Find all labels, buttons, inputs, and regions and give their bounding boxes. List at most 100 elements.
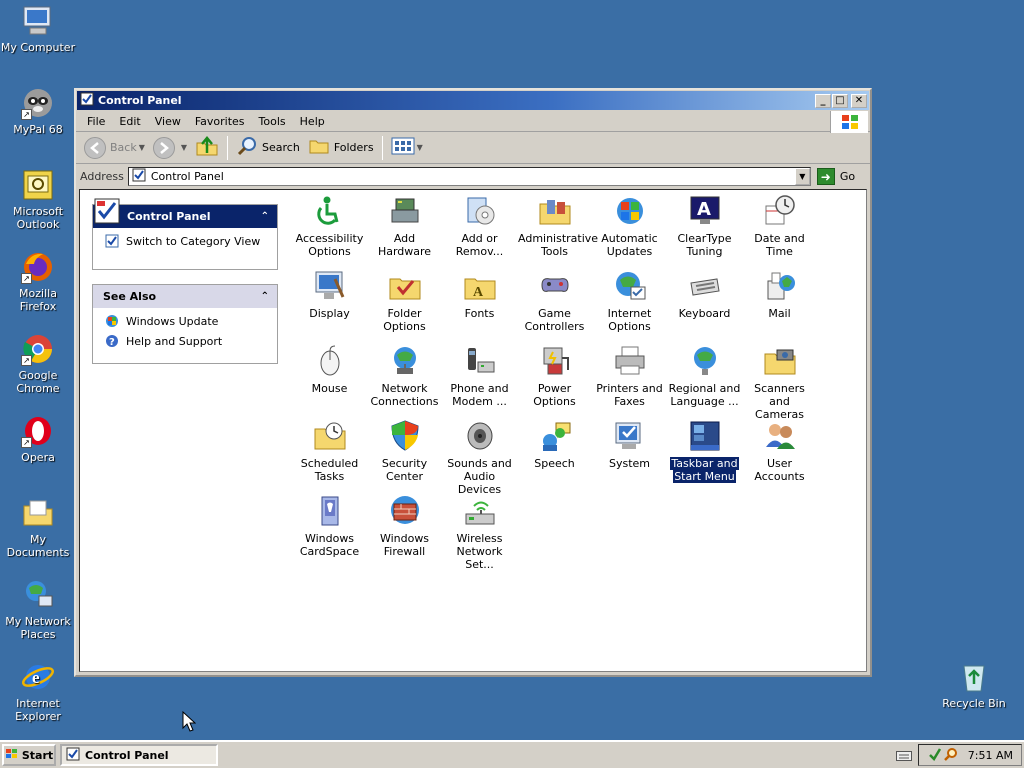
close-button[interactable]: ✕: [851, 93, 867, 108]
cp-item-folder-options[interactable]: Folder Options: [367, 269, 442, 333]
menu-view[interactable]: View: [148, 113, 188, 130]
cp-item-game-controllers[interactable]: Game Controllers: [517, 269, 592, 333]
cp-item-security-center[interactable]: Security Center: [367, 419, 442, 483]
cp-item-cleartype-tuning[interactable]: A ClearType Tuning: [667, 194, 742, 258]
tray-search-icon[interactable]: [943, 747, 958, 764]
cp-item-regional-and-language[interactable]: Regional and Language ...: [667, 344, 742, 408]
desktop-icon-chrome[interactable]: ↗ Google Chrome: [0, 332, 76, 395]
cp-item-taskbar-and-start-menu[interactable]: Taskbar and Start Menu: [667, 419, 742, 483]
cp-item-keyboard[interactable]: Keyboard: [667, 269, 742, 320]
desktop-icon-my-documents[interactable]: My Documents: [0, 496, 76, 559]
firewall-icon: [388, 494, 422, 528]
desktop-icon-my-computer[interactable]: My Computer: [0, 4, 76, 54]
desktop-icon-label: Internet Explorer: [15, 697, 61, 723]
cp-item-label: Scanners and Cameras: [742, 382, 817, 421]
up-folder-button[interactable]: [191, 133, 223, 162]
maximize-button[interactable]: □: [832, 93, 848, 108]
cp-item-user-accounts[interactable]: User Accounts: [742, 419, 817, 483]
cp-item-power-options[interactable]: Power Options: [517, 344, 592, 408]
cp-item-label: User Accounts: [742, 457, 817, 483]
forward-button[interactable]: ▼: [149, 135, 191, 161]
desktop-icon-firefox[interactable]: ↗ Mozilla Firefox: [0, 250, 76, 313]
cp-item-system[interactable]: System: [592, 419, 667, 470]
cp-item-internet-options[interactable]: Internet Options: [592, 269, 667, 333]
cp-item-scheduled-tasks[interactable]: Scheduled Tasks: [292, 419, 367, 483]
minimize-button[interactable]: _: [815, 93, 831, 108]
folders-button[interactable]: Folders: [304, 134, 378, 161]
cp-item-windows-cardspace[interactable]: Windows CardSpace: [292, 494, 367, 558]
menu-bar: File Edit View Favorites Tools Help: [76, 111, 870, 133]
cp-item-label-line1: Speech: [534, 457, 575, 470]
system-icon: [613, 419, 647, 453]
desktop-icon-opera[interactable]: ↗ Opera: [0, 414, 76, 464]
collapse-chevron-icon[interactable]: ⌃: [261, 211, 269, 222]
menu-tools[interactable]: Tools: [252, 113, 293, 130]
cp-item-label-line1: Scanners and: [754, 382, 805, 408]
admin-tools-icon: [538, 194, 572, 228]
views-button[interactable]: ▼: [387, 134, 427, 161]
cp-item-add-or-remov[interactable]: Add or Remov...: [442, 194, 517, 258]
title-bar[interactable]: Control Panel _ □ ✕: [77, 91, 869, 110]
window-title: Control Panel: [98, 94, 182, 107]
cp-item-date-and-time[interactable]: Date and Time: [742, 194, 817, 258]
cp-item-accessibility-options[interactable]: Accessibility Options: [292, 194, 367, 258]
control-panel-pane-icon: [93, 197, 121, 228]
cp-item-display[interactable]: Display: [292, 269, 367, 320]
cp-item-speech[interactable]: Speech: [517, 419, 592, 470]
start-label: Start: [21, 748, 54, 762]
cp-item-sounds-and-audio-devices[interactable]: Sounds and Audio Devices: [442, 419, 517, 496]
switch-to-category-view-link[interactable]: Switch to Category View: [105, 234, 267, 248]
forward-dropdown-icon[interactable]: ▼: [181, 143, 187, 152]
cp-item-mail[interactable]: Mail: [742, 269, 817, 320]
address-dropdown-icon[interactable]: ▼: [794, 167, 810, 185]
desktop-icon-mypal[interactable]: ↗ MyPal 68: [0, 86, 76, 136]
cp-item-add-hardware[interactable]: Add Hardware: [367, 194, 442, 258]
clock[interactable]: 7:51 AM: [968, 749, 1013, 762]
menu-file[interactable]: File: [80, 113, 112, 130]
cp-item-mouse[interactable]: Mouse: [292, 344, 367, 395]
help-icon: ?: [105, 334, 119, 348]
tray-app-icon[interactable]: [928, 747, 942, 764]
cp-item-wireless-network-set[interactable]: Wireless Network Set...: [442, 494, 517, 571]
cp-item-administrative-tools[interactable]: Administrative Tools: [517, 194, 598, 258]
control-panel-pane-header[interactable]: Control Panel ⌃: [93, 198, 277, 228]
start-button[interactable]: Start: [2, 744, 56, 766]
see-also-pane-header[interactable]: See Also ⌃: [93, 285, 277, 308]
cp-item-network-connections[interactable]: Network Connections: [367, 344, 442, 408]
desktop-icon-label: My Network Places: [5, 615, 71, 641]
taskbar-control-panel-button[interactable]: Control Panel: [60, 744, 218, 766]
cp-item-fonts[interactable]: A Fonts: [442, 269, 517, 320]
views-dropdown-icon[interactable]: ▼: [417, 143, 423, 152]
control-panel-small-icon: [66, 747, 80, 764]
desktop-icon-network-places[interactable]: My Network Places: [0, 578, 76, 641]
keyboard-tray-icon[interactable]: [896, 750, 912, 762]
cp-item-label-line1: Add Hardware: [377, 232, 432, 258]
folder-options-icon: [388, 269, 422, 303]
desktop-icon-recycle-bin[interactable]: Recycle Bin: [936, 660, 1012, 710]
back-label: Back: [110, 141, 137, 154]
desktop-icon-outlook[interactable]: Microsoft Outlook: [0, 168, 76, 231]
cp-item-label: Internet Options: [592, 307, 667, 333]
desktop-icon-label: MyPal 68: [13, 123, 63, 136]
windows-update-link[interactable]: Windows Update: [105, 314, 267, 328]
cp-item-phone-and-modem[interactable]: Phone and Modem ...: [442, 344, 517, 408]
folders-label: Folders: [333, 141, 374, 154]
cp-item-printers-and-faxes[interactable]: Printers and Faxes: [592, 344, 667, 408]
collapse-chevron-icon[interactable]: ⌃: [261, 291, 269, 302]
menu-help[interactable]: Help: [293, 113, 332, 130]
desktop-icon-internet-explorer[interactable]: e Internet Explorer: [0, 660, 76, 723]
menu-edit[interactable]: Edit: [112, 113, 147, 130]
address-input[interactable]: Control Panel ▼: [127, 166, 811, 186]
back-dropdown-icon[interactable]: ▼: [139, 143, 145, 152]
cp-item-windows-firewall[interactable]: Windows Firewall: [367, 494, 442, 558]
control-panel-small-icon: [80, 92, 94, 109]
cp-item-scanners-and-cameras[interactable]: Scanners and Cameras: [742, 344, 817, 421]
search-button[interactable]: Search: [232, 133, 304, 162]
menu-favorites[interactable]: Favorites: [188, 113, 252, 130]
cp-item-automatic-updates[interactable]: Automatic Updates: [592, 194, 667, 258]
back-button[interactable]: Back ▼: [80, 135, 149, 161]
help-and-support-link[interactable]: ? Help and Support: [105, 334, 267, 348]
speech-icon: [538, 419, 572, 453]
go-button[interactable]: ➜ Go: [816, 167, 855, 185]
printer-icon: [613, 344, 647, 378]
